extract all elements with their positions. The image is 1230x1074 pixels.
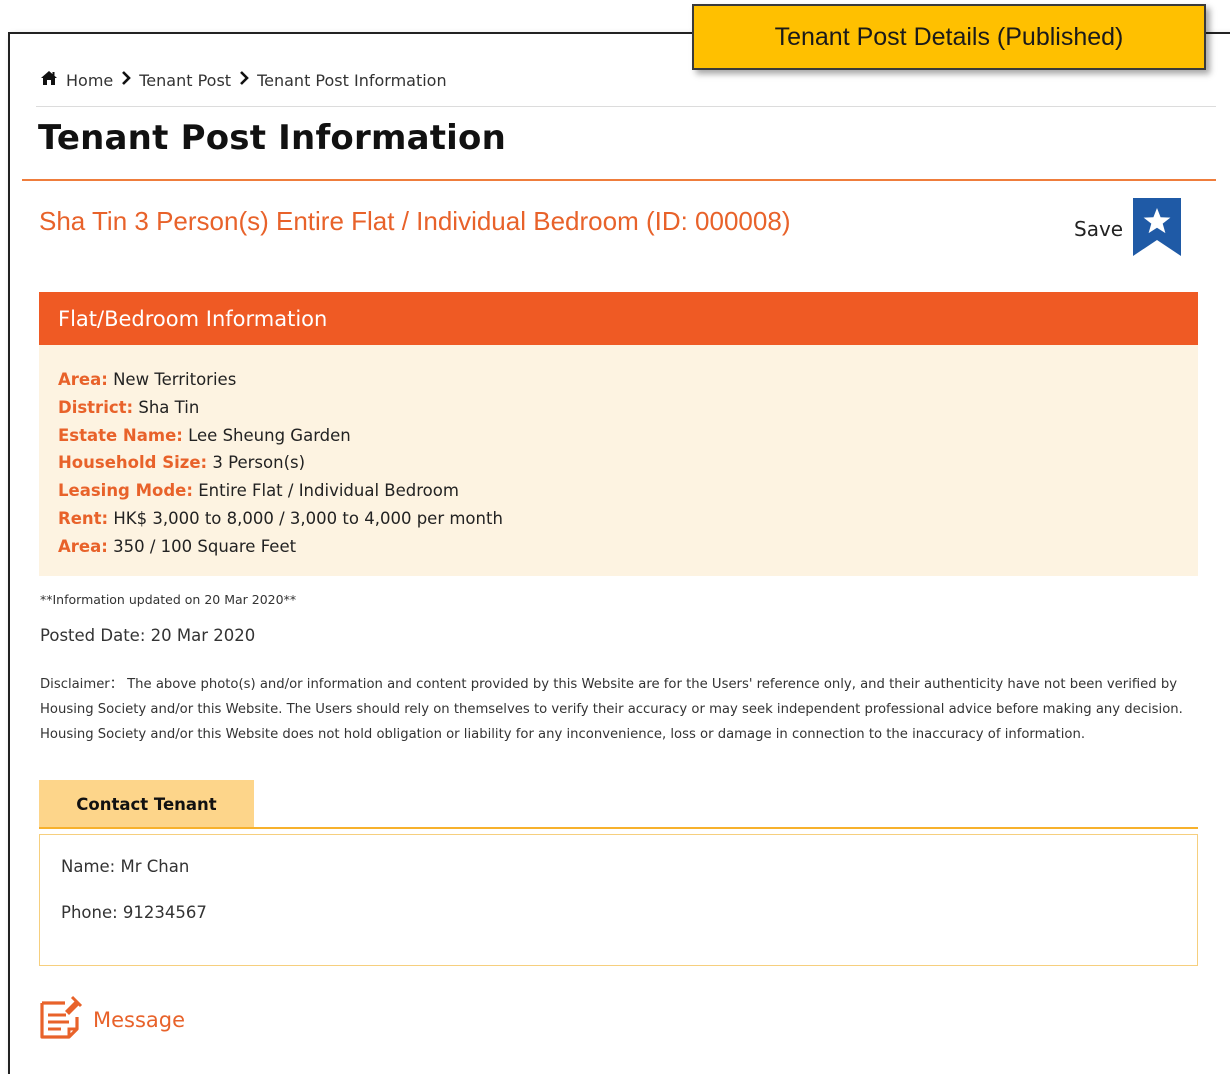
flat-info-panel: Area: New Territories District: Sha Tin …: [39, 345, 1198, 576]
breadcrumb-divider: [36, 106, 1216, 107]
annotation-callout: Tenant Post Details (Published): [692, 4, 1206, 70]
info-key: District:: [58, 397, 134, 417]
page-title: Tenant Post Information: [38, 118, 506, 158]
info-value: Entire Flat / Individual Bedroom: [198, 481, 459, 501]
info-row-estate: Estate Name: Lee Sheung Garden: [58, 422, 1198, 450]
contact-panel: Name: Mr Chan Phone: 91234567: [39, 834, 1198, 966]
info-row-size: Area: 350 / 100 Square Feet: [58, 533, 1198, 561]
annotation-callout-label: Tenant Post Details (Published): [774, 22, 1124, 51]
save-button[interactable]: Save: [1074, 198, 1182, 260]
breadcrumb: Home Tenant Post Tenant Post Information: [40, 68, 447, 92]
message-label: Message: [93, 1008, 186, 1032]
info-value: Lee Sheung Garden: [188, 425, 351, 445]
info-updated-note: **Information updated on 20 Mar 2020**: [40, 592, 297, 607]
info-value: 350 / 100 Square Feet: [113, 536, 297, 556]
breadcrumb-home[interactable]: Home: [66, 71, 113, 90]
save-label: Save: [1074, 217, 1124, 241]
home-icon[interactable]: [40, 70, 58, 90]
title-divider: [22, 179, 1216, 181]
info-key: Area:: [58, 370, 108, 389]
breadcrumb-tenant-post[interactable]: Tenant Post: [139, 71, 231, 90]
info-key: Rent:: [58, 508, 109, 528]
disclaimer-text: Disclaimer： The above photo(s) and/or in…: [40, 677, 1183, 742]
info-key: Leasing Mode:: [58, 481, 193, 501]
info-row-district: District: Sha Tin: [58, 394, 1198, 422]
info-value: Sha Tin: [138, 397, 200, 417]
info-key: Household Size:: [58, 453, 208, 473]
chevron-right-icon: [121, 70, 132, 90]
contact-phone: Phone: 91234567: [61, 903, 207, 922]
contact-name: Name: Mr Chan: [61, 857, 190, 876]
posted-date: Posted Date: 20 Mar 2020: [40, 626, 256, 645]
info-value: 3 Person(s): [212, 453, 306, 473]
info-row-area: Area: New Territories: [58, 366, 1198, 394]
info-row-household: Household Size: 3 Person(s): [58, 449, 1198, 477]
info-key: Area:: [58, 536, 108, 556]
info-row-rent: Rent: HK$ 3,000 to 8,000 / 3,000 to 4,00…: [58, 505, 1198, 533]
contact-tab-underline: [39, 827, 1198, 829]
tab-contact-tenant[interactable]: Contact Tenant: [39, 780, 254, 828]
info-value: HK$ 3,000 to 8,000 / 3,000 to 4,000 per …: [113, 508, 503, 528]
message-button[interactable]: Message: [39, 995, 185, 1045]
chevron-right-icon: [239, 70, 249, 90]
flat-info-header: Flat/Bedroom Information: [39, 292, 1198, 345]
breadcrumb-current: Tenant Post Information: [257, 70, 447, 90]
bookmark-star-icon[interactable]: [1133, 198, 1182, 260]
info-value: New Territories: [113, 370, 237, 389]
message-note-icon: [39, 995, 83, 1045]
info-row-leasing: Leasing Mode: Entire Flat / Individual B…: [58, 477, 1198, 505]
post-heading: Sha Tin 3 Person(s) Entire Flat / Indivi…: [39, 206, 791, 236]
callout-connector: [1206, 32, 1230, 34]
info-key: Estate Name:: [58, 425, 183, 445]
